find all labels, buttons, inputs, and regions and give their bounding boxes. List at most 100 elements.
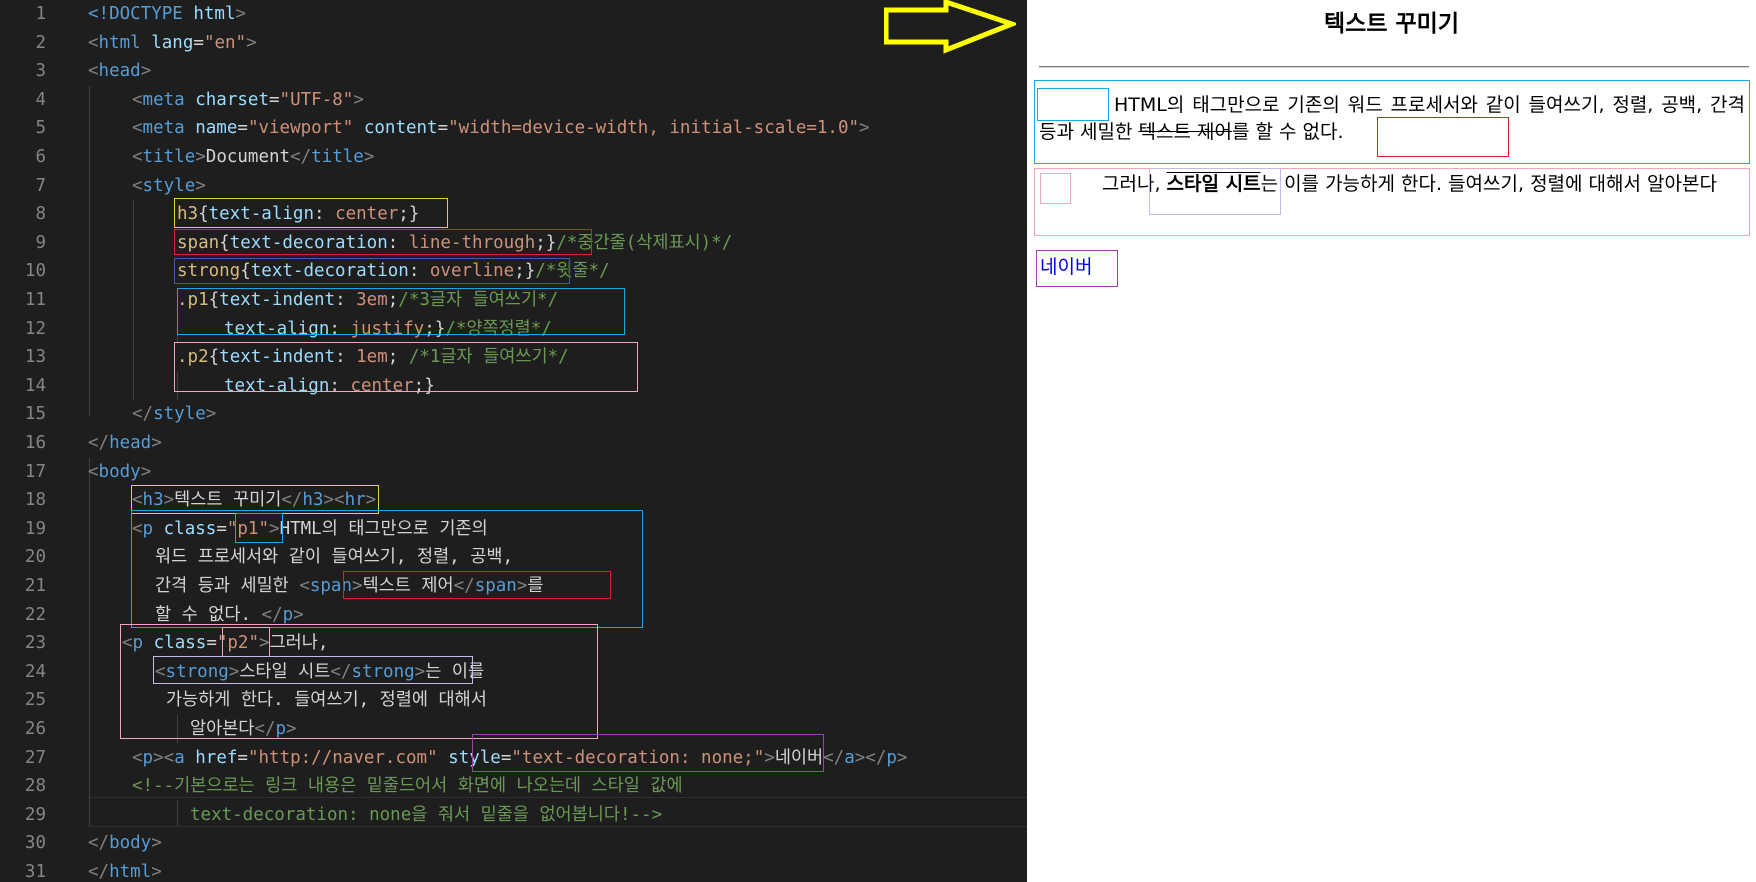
bracket: < xyxy=(132,747,143,768)
attr-value: "p1" xyxy=(226,518,270,539)
code-line: .p2{text-indent: 1em; /*1글자 들여쓰기*/ xyxy=(0,343,1027,372)
bracket: < xyxy=(334,490,345,511)
css-value: 3em xyxy=(356,290,388,310)
code-line: </head> xyxy=(0,429,1027,458)
horizontal-rule xyxy=(1039,66,1749,68)
bracket: > xyxy=(246,32,257,53)
bracket: > xyxy=(151,862,162,882)
bracket: < xyxy=(299,576,310,596)
paragraph-p1: HTML의 태그만으로 기존의 워드 프로세서와 같이 들여쓰기, 정렬, 공백… xyxy=(1039,92,1745,146)
css-property: text-align xyxy=(224,375,330,396)
brace: ;} xyxy=(398,204,420,225)
css-value: center xyxy=(350,375,414,396)
bracket: </ xyxy=(88,833,110,854)
code-line: <title>Document</title> xyxy=(0,143,1027,172)
text-content: 네이버 xyxy=(774,747,824,768)
browser-preview: 텍스트 꾸미기 HTML의 태그만으로 기존의 워드 프로세서와 같이 들여쓰기… xyxy=(1027,0,1756,882)
bracket: > xyxy=(854,747,866,768)
bracket: </ xyxy=(330,661,352,682)
css-property: text-indent xyxy=(219,347,336,368)
css-property: text-decoration xyxy=(229,232,388,253)
bracket: </ xyxy=(254,719,276,739)
bracket: </ xyxy=(865,747,887,768)
tag-name: span xyxy=(309,576,353,596)
page-title: 텍스트 꾸미기 xyxy=(1324,11,1459,37)
attr-name: content xyxy=(353,118,438,139)
tag-name: p xyxy=(142,747,154,768)
code-line: </body> xyxy=(0,829,1027,858)
code-text: span{text-decoration: line-through;}/*중간… xyxy=(177,229,732,258)
naver-link[interactable]: 네이버 xyxy=(1040,252,1092,279)
css-selector: span xyxy=(177,232,220,253)
bracket: < xyxy=(88,461,99,482)
tag-name: style xyxy=(153,404,206,425)
bracket: > xyxy=(323,490,335,511)
bracket: > xyxy=(516,576,528,596)
text-content: HTML의 태그만으로 기존의 xyxy=(279,518,488,539)
tag-name: title xyxy=(311,147,364,167)
colon: : xyxy=(335,347,357,368)
tag-name: p xyxy=(886,747,897,768)
paragraph-p2: 그러나, 스타일 시트는 이를 가능하게 한다. 들여쓰기, 정렬에 대해서 알… xyxy=(1039,171,1745,198)
brace: ;} xyxy=(514,261,536,282)
equals: = xyxy=(500,747,512,768)
tag-name: a xyxy=(174,747,185,768)
bracket: > xyxy=(195,147,206,167)
attr-value: "text-decoration: none;" xyxy=(511,747,765,768)
bracket: > xyxy=(195,175,206,196)
code-line: <head> xyxy=(0,57,1027,86)
tag-name: strong xyxy=(165,661,229,682)
bracket: > xyxy=(140,61,152,82)
code-text: <strong>스타일 시트</strong>는 이를 xyxy=(155,658,484,687)
colon: : xyxy=(387,232,409,253)
tag-name: a xyxy=(844,747,855,768)
tag-name: p xyxy=(275,719,287,739)
code-text: strong{text-decoration: overline;}/*윗줄*/ xyxy=(177,257,610,286)
code-line: span{text-decoration: line-through;}/*중간… xyxy=(0,229,1027,258)
attr-name: class xyxy=(143,633,207,654)
attr-name: class xyxy=(153,518,217,539)
code-editor[interactable]: 1 2 3 4 5 6 7 8 9 10 11 12 13 14 15 16 17 18 19 20 21 22 23 24 2… xyxy=(0,0,1027,882)
bracket: </ xyxy=(281,490,303,511)
code-line: h3{text-align: center;} xyxy=(0,200,1027,229)
code-comment: /*1글자 들여쓰기*/ xyxy=(408,347,569,368)
tag-name: head xyxy=(98,61,141,82)
code-text: </body> xyxy=(88,829,162,858)
bracket: </ xyxy=(132,404,154,425)
code-text: .p1{text-indent: 3em;/*3글자 들여쓰기*/ xyxy=(177,286,558,315)
brace: { xyxy=(240,261,251,282)
attr-name: style xyxy=(437,747,501,768)
css-selector: .p2 xyxy=(177,347,209,368)
code-text: .p2{text-indent: 1em; /*1글자 들여쓰기*/ xyxy=(177,343,569,372)
code-line: <meta charset="UTF-8"> xyxy=(0,86,1027,115)
bracket: < xyxy=(88,61,99,82)
code-comment: /*중간줄(삭제표시)*/ xyxy=(556,232,733,253)
code-line: </style> xyxy=(0,400,1027,429)
bracket: </ xyxy=(453,576,475,596)
code-line: <!DOCTYPE html> xyxy=(0,0,1027,29)
code-text: 간격 등과 세밀한 <span>텍스트 제어</span>를 xyxy=(155,572,544,601)
code-text: <title>Document</title> xyxy=(132,143,374,172)
code-text: <body> xyxy=(88,458,151,487)
code-text: <style> xyxy=(132,172,206,201)
code-text: </head> xyxy=(88,429,162,458)
bracket: > xyxy=(414,661,426,682)
css-selector: h3 xyxy=(177,204,199,225)
bracket: > xyxy=(286,719,297,739)
bracket: < xyxy=(132,518,143,539)
code-text: <meta name="viewport" content="width=dev… xyxy=(132,114,870,143)
equals: = xyxy=(206,633,217,654)
code-line: <body> xyxy=(0,458,1027,487)
right-arrow-icon xyxy=(884,0,1016,54)
brace: { xyxy=(219,232,230,253)
bracket: </ xyxy=(88,433,110,453)
code-text: text-align: justify;}/*양쪽정렬*/ xyxy=(224,315,552,344)
text-content: 그러나, xyxy=(269,633,329,654)
code-comment: /*양쪽정렬*/ xyxy=(445,318,552,339)
code-line: strong{text-decoration: overline;}/*윗줄*/ xyxy=(0,257,1027,286)
code-line: <!--기본으로는 링크 내용은 밑줄드어서 화면에 나오는데 스타일 값에 xyxy=(0,772,1027,801)
bracket: > xyxy=(896,747,908,768)
css-property: text-align xyxy=(224,318,330,339)
text-content: Document xyxy=(205,147,291,167)
brace: ;} xyxy=(413,375,435,396)
